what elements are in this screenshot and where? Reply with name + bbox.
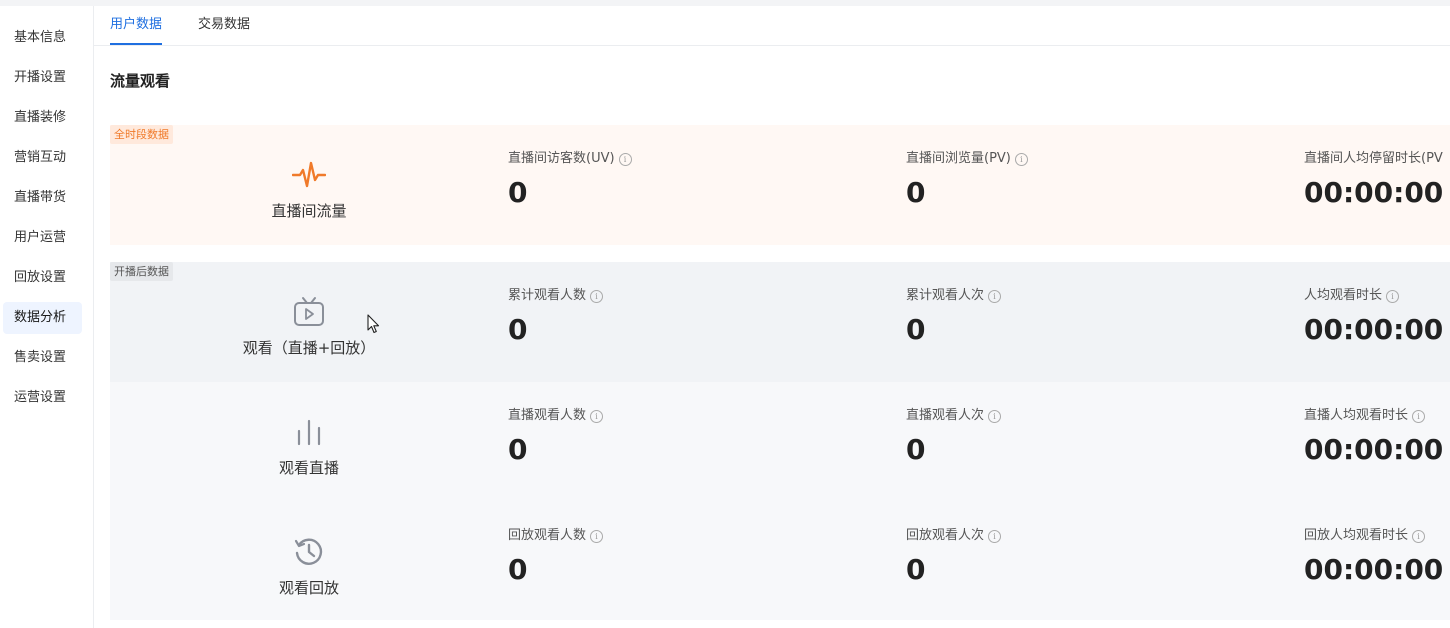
metric-total-views: 累计观看人次 i 0 — [906, 286, 1002, 348]
metric-replay-views: 回放观看人次 i 0 — [906, 526, 1002, 588]
sidebar-item-data-analysis[interactable]: 数据分析 — [3, 302, 82, 334]
sidebar-item-marketing[interactable]: 营销互动 — [3, 142, 82, 174]
metric-value: 00:00:00 — [1304, 553, 1444, 586]
metric-value: 0 — [508, 176, 528, 209]
metric-replay-avg-watch: 回放人均观看时长 i 00:00:00 — [1304, 526, 1443, 588]
sidebar-item-decoration[interactable]: 直播装修 — [3, 102, 82, 134]
metric-live-views: 直播观看人次 i 0 — [906, 406, 1002, 468]
metric-value: 0 — [508, 313, 528, 346]
sidebar-item-sale-settings[interactable]: 售卖设置 — [3, 342, 82, 374]
sidebar-item-replay-settings[interactable]: 回放设置 — [3, 262, 82, 294]
row-title: 直播间流量 — [271, 202, 347, 220]
metric-total-viewers: 累计观看人数 i 0 — [508, 286, 604, 348]
history-icon — [292, 535, 326, 569]
metric-value: 00:00:00 — [1304, 433, 1444, 466]
sidebar-item-basic-info[interactable]: 基本信息 — [3, 22, 82, 54]
metric-label: 直播间浏览量(PV) — [906, 151, 1011, 166]
pulse-icon — [292, 158, 326, 192]
metric-value: 0 — [906, 553, 926, 586]
bars-icon — [292, 415, 326, 449]
metric-value: 00:00:00 — [1304, 176, 1444, 209]
row-title: 观看回放 — [278, 579, 339, 597]
info-icon[interactable]: i — [618, 153, 632, 166]
metric-row-watch-total: 观看（直播+回放） 累计观看人数 i 0 累计观看人次 i 0 人均观看时长 i 00… — [110, 262, 1450, 382]
info-icon[interactable]: i — [988, 410, 1002, 423]
info-icon[interactable]: i — [988, 530, 1002, 543]
sidebar-item-ops-settings[interactable]: 运营设置 — [3, 382, 82, 414]
row-title: 观看（直播+回放） — [242, 339, 376, 357]
metric-live-avg-watch: 直播人均观看时长 i 00:00:00 — [1304, 406, 1443, 468]
row-title: 观看直播 — [278, 459, 339, 477]
metric-value: 0 — [508, 553, 528, 586]
info-icon[interactable]: i — [1014, 153, 1028, 166]
metric-label: 直播观看人数 — [508, 408, 587, 423]
info-icon[interactable]: i — [590, 410, 604, 423]
metric-value: 0 — [508, 433, 528, 466]
metric-row-watch-live: 观看直播 直播观看人数 i 0 直播观看人次 i 0 直播人均观看时长 i 00:00… — [110, 382, 1450, 502]
metric-label: 直播间访客数(UV) — [508, 151, 615, 166]
metric-value: 0 — [906, 313, 926, 346]
metric-row-live-traffic: 直播间流量 直播间访客数(UV) i 0 直播间浏览量(PV) i 0 直播间人均停… — [110, 125, 1450, 245]
all-time-panel: 全时段数据 直播间流量 直播间访客数(UV) i 0 直播间浏览量(PV) i 0 … — [110, 125, 1450, 245]
sidebar-item-stream-settings[interactable]: 开播设置 — [3, 62, 82, 94]
metric-label: 累计观看人次 — [906, 288, 985, 303]
metric-avg-stay: 直播间人均停留时长(PV 00:00:00 — [1304, 149, 1443, 211]
mouse-cursor-icon — [367, 314, 381, 334]
after-start-panel: 开播后数据 观看（直播+回放） 累计观看人数 i 0 累计观看人次 i 0 人均观看… — [110, 262, 1450, 620]
tab-transaction-data[interactable]: 交易数据 — [198, 6, 250, 44]
metric-label: 回放人均观看时长 — [1304, 528, 1409, 543]
sidebar-item-user-ops[interactable]: 用户运营 — [3, 222, 82, 254]
metric-label: 人均观看时长 — [1304, 288, 1383, 303]
tv-icon — [292, 295, 326, 329]
metric-replay-viewers: 回放观看人数 i 0 — [508, 526, 604, 588]
metric-label: 直播间人均停留时长(PV — [1304, 151, 1443, 166]
info-icon[interactable]: i — [1386, 290, 1400, 303]
metric-label: 回放观看人次 — [906, 528, 985, 543]
metric-pv: 直播间浏览量(PV) i 0 — [906, 149, 1028, 211]
metric-row-watch-replay: 观看回放 回放观看人数 i 0 回放观看人次 i 0 回放人均观看时长 i 00:00… — [110, 502, 1450, 622]
metric-label: 直播人均观看时长 — [1304, 408, 1409, 423]
section-title: 流量观看 — [110, 72, 171, 90]
metric-label: 累计观看人数 — [508, 288, 587, 303]
info-icon[interactable]: i — [1412, 410, 1426, 423]
info-icon[interactable]: i — [590, 530, 604, 543]
metric-live-viewers: 直播观看人数 i 0 — [508, 406, 604, 468]
sidebar: 基本信息 开播设置 直播装修 营销互动 直播带货 用户运营 回放设置 数据分析 … — [0, 6, 94, 628]
metric-label: 回放观看人数 — [508, 528, 587, 543]
metric-value: 0 — [906, 433, 926, 466]
metric-label: 直播观看人次 — [906, 408, 985, 423]
metric-uv: 直播间访客数(UV) i 0 — [508, 149, 632, 211]
tab-bar: 用户数据 交易数据 — [94, 6, 1450, 46]
info-icon[interactable]: i — [590, 290, 604, 303]
metric-value: 00:00:00 — [1304, 313, 1444, 346]
tab-user-data[interactable]: 用户数据 — [110, 6, 163, 45]
metric-avg-watch: 人均观看时长 i 00:00:00 — [1304, 286, 1443, 348]
info-icon[interactable]: i — [988, 290, 1002, 303]
info-icon[interactable]: i — [1412, 530, 1426, 543]
sidebar-item-live-commerce[interactable]: 直播带货 — [3, 182, 82, 214]
metric-value: 0 — [906, 176, 926, 209]
